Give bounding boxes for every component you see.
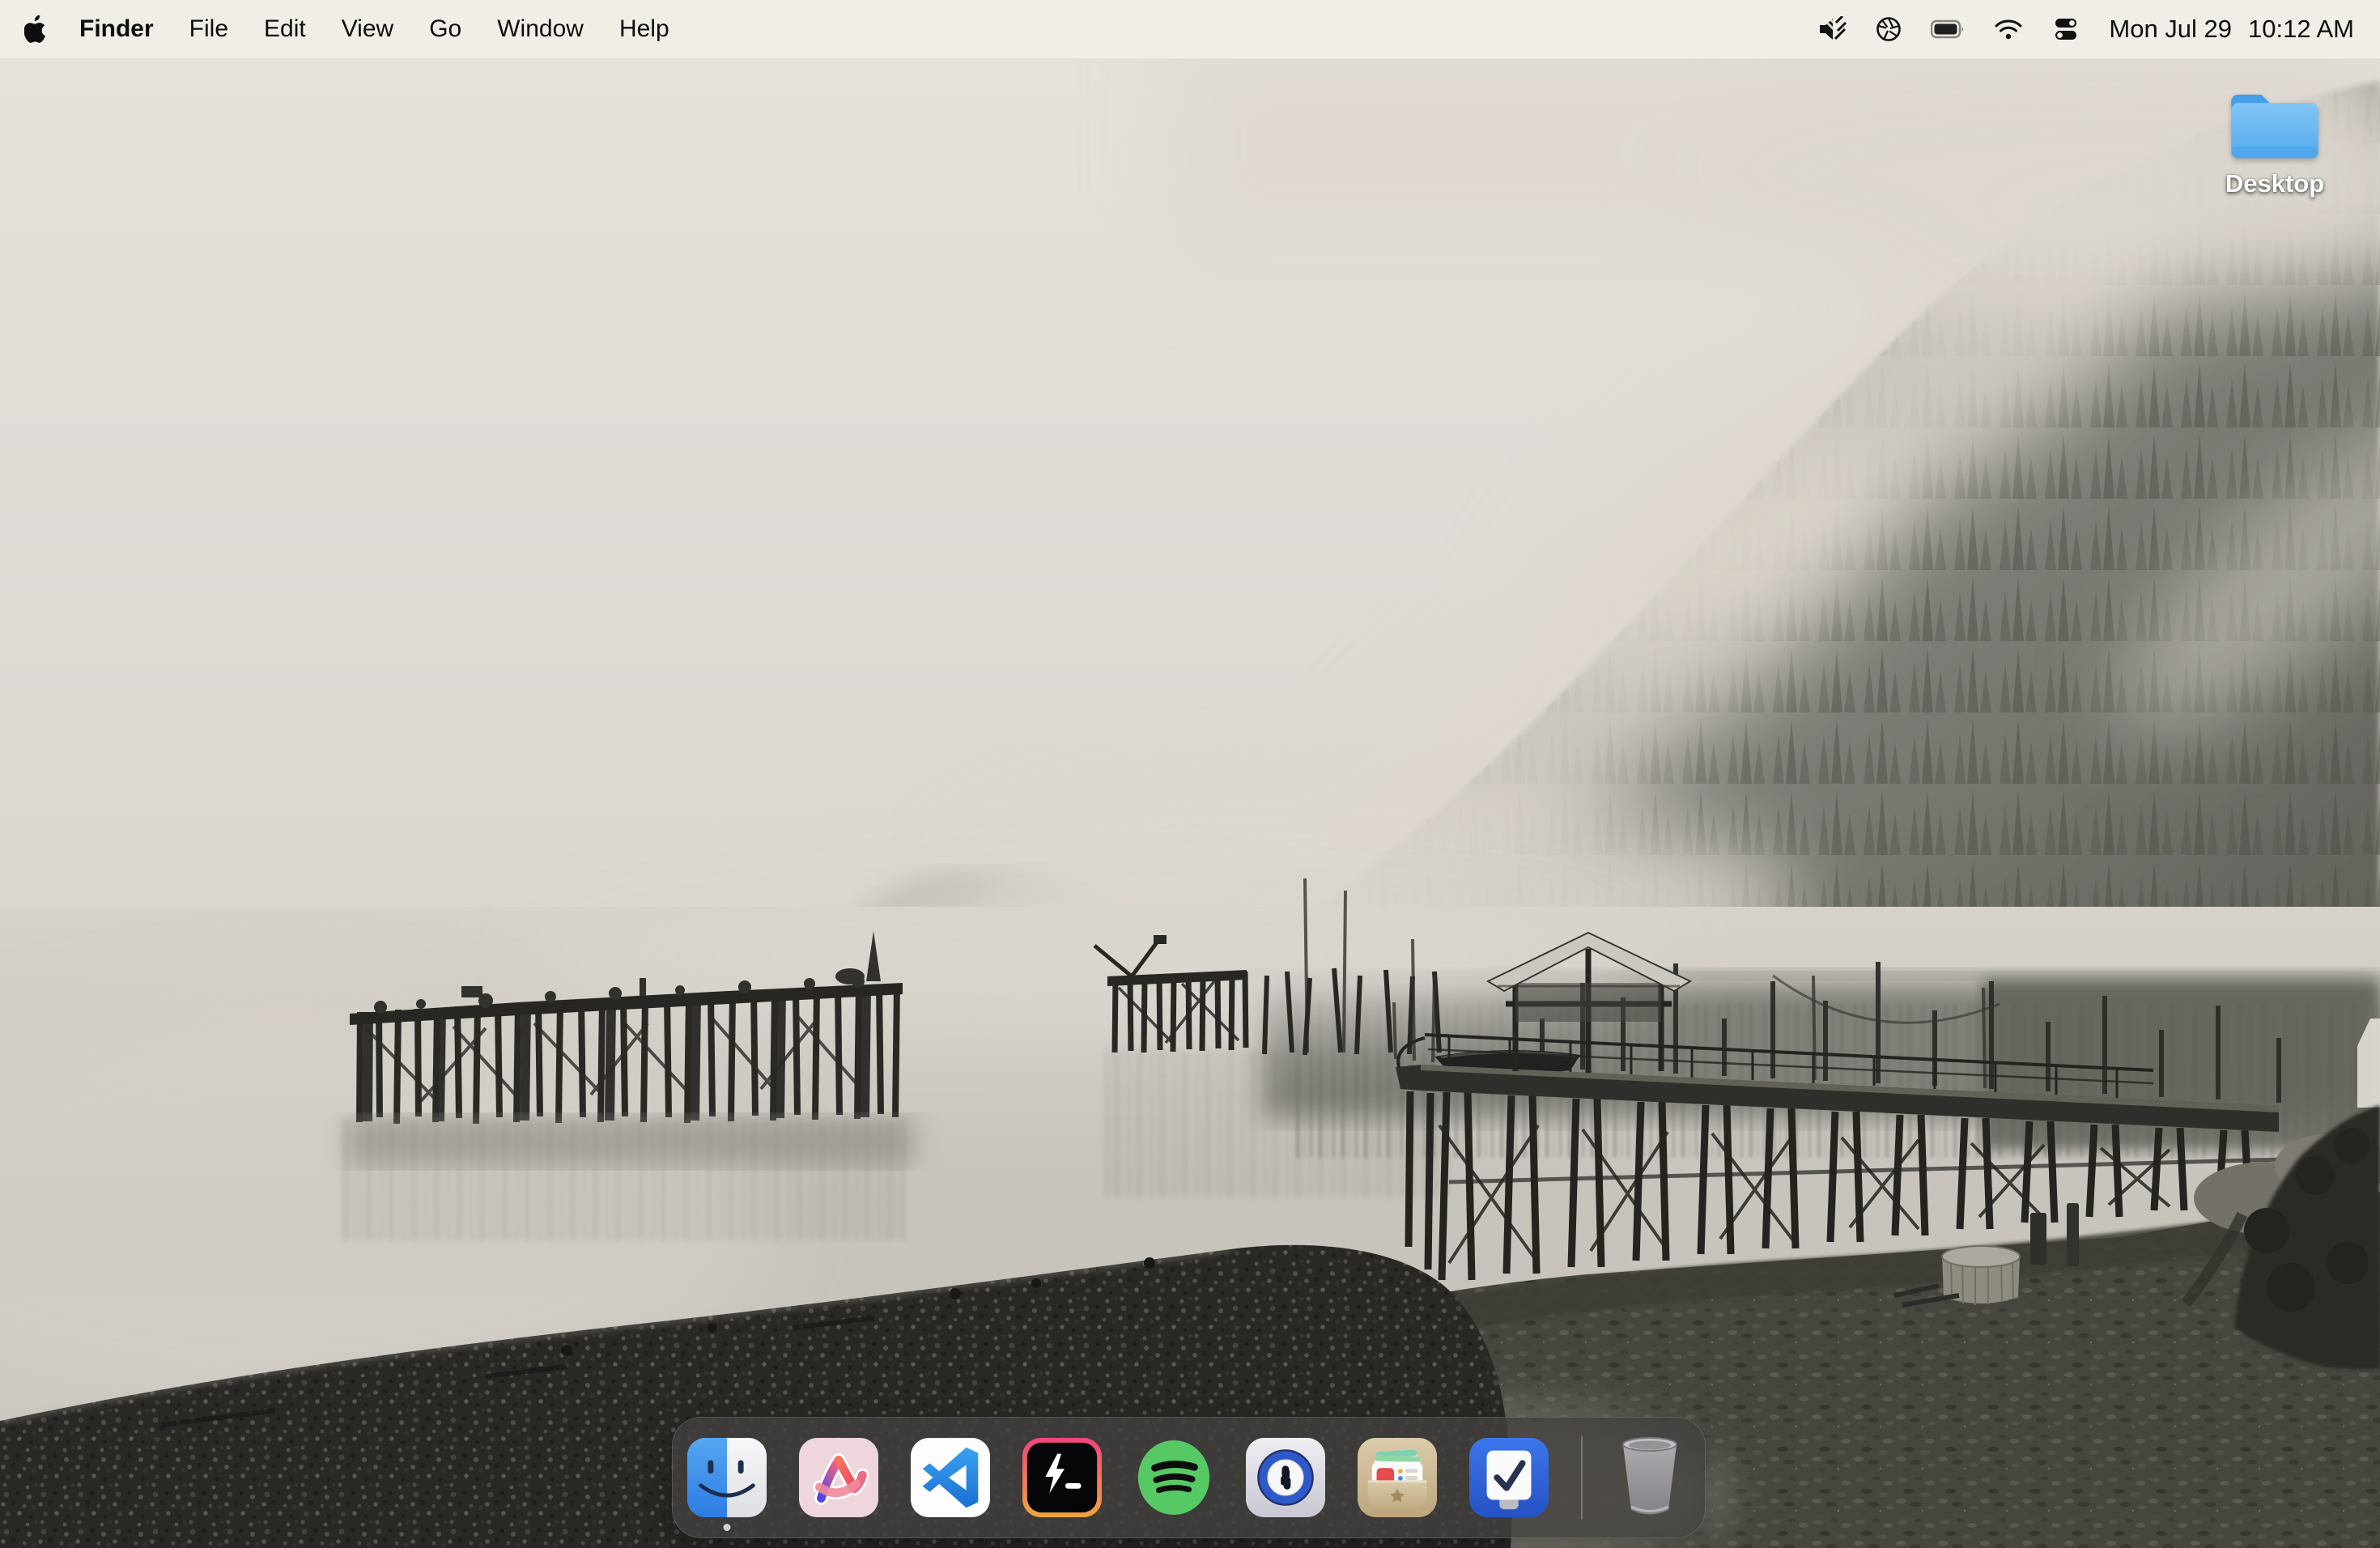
menu-bar: Finder File Edit View Go Window Help <box>0 0 2380 59</box>
spotify-icon <box>1134 1438 1213 1517</box>
clock-date: Mon Jul 29 <box>2109 15 2232 44</box>
apple-menu[interactable] <box>24 15 47 43</box>
dock-item-anybox[interactable] <box>1358 1438 1437 1517</box>
dock-item-finder[interactable] <box>687 1438 767 1517</box>
menu-item-go[interactable]: Go <box>411 15 479 43</box>
arc-browser-icon <box>799 1438 878 1517</box>
dock-item-spotify[interactable] <box>1134 1438 1213 1517</box>
control-center-icon[interactable] <box>2052 16 2080 42</box>
dock-item-vscode[interactable] <box>911 1438 990 1517</box>
finder-icon <box>687 1438 767 1517</box>
wifi-icon[interactable] <box>1994 18 2023 40</box>
dock-item-1password[interactable] <box>1246 1438 1325 1517</box>
dock <box>672 1417 1706 1538</box>
dock-item-arc[interactable] <box>799 1438 878 1517</box>
clock-time: 10:12 AM <box>2248 15 2354 44</box>
trash-icon <box>1615 1435 1685 1520</box>
folder-icon <box>2225 81 2325 167</box>
running-indicator <box>724 1524 731 1531</box>
apple-logo-icon <box>24 15 47 43</box>
vscode-icon <box>911 1438 990 1517</box>
dock-item-trash[interactable] <box>1615 1435 1685 1520</box>
menu-item-view[interactable]: View <box>324 15 411 43</box>
wallpaper-image <box>0 0 2380 1548</box>
things-icon <box>1469 1438 1549 1517</box>
menu-bar-status: Mon Jul 29 10:12 AM <box>1817 15 2354 44</box>
dock-separator <box>1581 1435 1583 1520</box>
menu-item-file[interactable]: File <box>172 15 246 43</box>
desktop-surface[interactable] <box>0 0 2380 1548</box>
dock-item-things[interactable] <box>1469 1438 1549 1517</box>
menu-item-finder[interactable]: Finder <box>62 15 172 43</box>
onepassword-icon <box>1246 1438 1325 1517</box>
menu-bar-left: Finder File Edit View Go Window Help <box>0 15 687 43</box>
muted-volume-icon[interactable] <box>1817 16 1847 42</box>
dock-item-warp[interactable] <box>1022 1438 1102 1517</box>
battery-icon[interactable] <box>1931 19 1965 39</box>
warp-terminal-icon <box>1022 1438 1102 1517</box>
menu-item-help[interactable]: Help <box>601 15 687 43</box>
desktop-icon-folder[interactable]: Desktop <box>2221 81 2328 198</box>
menu-item-window[interactable]: Window <box>479 15 601 43</box>
menu-item-edit[interactable]: Edit <box>246 15 324 43</box>
menu-bar-clock[interactable]: Mon Jul 29 10:12 AM <box>2109 15 2354 44</box>
desktop-icon-label: Desktop <box>2225 169 2324 198</box>
aperture-icon[interactable] <box>1876 16 1902 42</box>
anybox-icon <box>1358 1438 1437 1517</box>
